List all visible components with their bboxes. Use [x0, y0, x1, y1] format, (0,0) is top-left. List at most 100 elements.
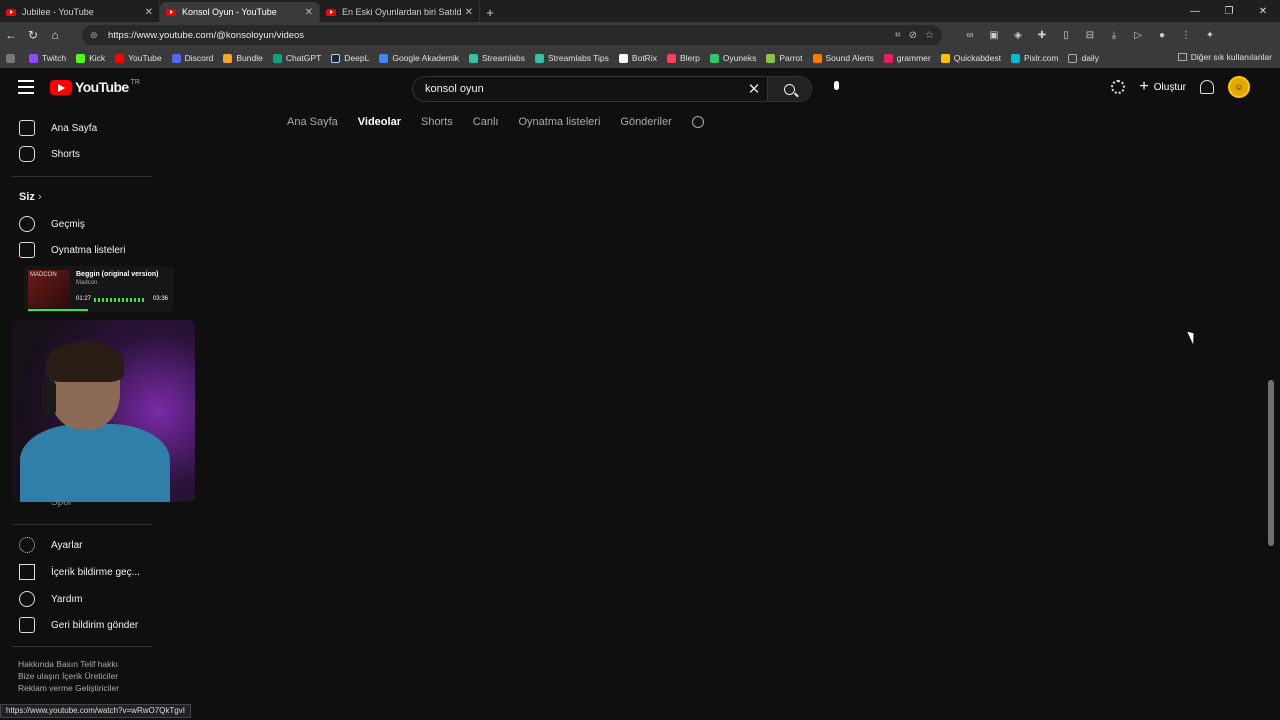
- video-title[interactable]: Ps3 verip PS4 Almak İstiyorum: [971, 386, 1111, 412]
- video-card[interactable]: 22:55 PS4 Aldık 50 TL İndirim yapmadı 😊 28…: [800, 450, 961, 588]
- browser-tab-konsol-oyun[interactable]: Konsol Oyun - YouTube ✕: [160, 2, 320, 22]
- bookmark-daily[interactable]: daily: [1068, 53, 1099, 63]
- bookmarks-menu-icon[interactable]: [6, 53, 19, 63]
- menu-dots-icon[interactable]: ⋮: [1176, 25, 1196, 45]
- search-input[interactable]: konsol oyun: [413, 83, 741, 95]
- maximize-icon[interactable]: ❐: [1212, 0, 1246, 22]
- bookmark-deepl[interactable]: DeepL: [331, 53, 369, 63]
- video-card[interactable]: PC Oyunları Koleksiyonluk 37:57 Koleksiyon…: [292, 450, 453, 588]
- more-actions-icon[interactable]: ⋮: [441, 224, 451, 235]
- close-window-icon[interactable]: ✕: [1246, 0, 1280, 22]
- video-card[interactable]: PS5 Geldi 10 Dakikada Satıldı 26:15 23 Bin…: [292, 288, 453, 426]
- more-actions-icon[interactable]: ⋮: [612, 224, 622, 235]
- video-title[interactable]: En Pahalı Oyun PES 2021 geldi hızlı paza…: [971, 224, 1111, 250]
- video-card[interactable]: Müşteri: PS5 Verip PS4 PRO Alıcam 26:00: [800, 612, 961, 702]
- clear-search-icon[interactable]: ✕: [741, 80, 767, 98]
- bookmark-streamlabs-tips[interactable]: Streamlabs Tips: [534, 53, 609, 63]
- puzzle-icon[interactable]: ✚: [1032, 25, 1052, 45]
- bookmark-pixlr[interactable]: Pixlr.com: [1010, 53, 1058, 63]
- footer-links-row[interactable]: Reklam verme Geliştiriciler: [18, 682, 119, 694]
- browser-tab-jubilee[interactable]: Jubilee - YouTube ✕: [0, 2, 160, 22]
- sidebar-item-home[interactable]: Ana Sayfa: [0, 115, 160, 141]
- split-icon[interactable]: ⊟: [1080, 25, 1100, 45]
- download-icon[interactable]: ⤓: [1104, 25, 1124, 45]
- bookmark-oyuneks[interactable]: Oyuneks: [709, 53, 756, 63]
- menu-hamburger-icon[interactable]: [18, 80, 34, 94]
- sidebar-item-report-history[interactable]: İçerik bildirme geç...: [0, 559, 160, 585]
- reload-icon[interactable]: ↻: [22, 24, 44, 46]
- bookmark-parrot[interactable]: Parrot: [766, 53, 803, 63]
- video-card[interactable]: Bilkom'dan TCL Klima Geldi 28:23 10 Bin li…: [634, 288, 795, 426]
- youtube-logo[interactable]: YouTube TR: [50, 79, 140, 95]
- tab-live[interactable]: Canlı: [473, 116, 499, 128]
- tab-shorts[interactable]: Shorts: [421, 116, 453, 128]
- video-thumbnail[interactable]: 11 Bin liraya 2 Tane 45:03: [463, 450, 624, 540]
- video-thumbnail[interactable]: Bilkom'dan TCL Klima Geldi 28:23: [634, 288, 795, 378]
- bookmark-discord[interactable]: Discord: [171, 53, 213, 63]
- sidebar-item-help[interactable]: Yardım: [0, 586, 160, 612]
- extension-icon[interactable]: ∞: [960, 25, 980, 45]
- home-icon[interactable]: ⌂: [44, 24, 66, 46]
- video-thumbnail[interactable]: PES 2021 mi? Piyasası 4000 19:20: [971, 126, 1132, 216]
- video-thumbnail[interactable]: 23:53: [971, 288, 1132, 378]
- tab-videos[interactable]: Videolar: [358, 116, 401, 128]
- more-actions-icon[interactable]: ⋮: [783, 548, 793, 559]
- extension-icon[interactable]: ▣: [984, 25, 1004, 45]
- video-thumbnail[interactable]: En Pahalı PS4 Oyun 27:12: [634, 450, 795, 540]
- sidebar-item-shorts[interactable]: Shorts: [0, 141, 160, 167]
- voice-search-mic-icon[interactable]: [828, 81, 844, 97]
- video-title[interactable]: Aynı Anda 2 PS4 Geldi Oyunlarıyla: [463, 548, 603, 574]
- video-card[interactable]: 23:53 Ps3 verip PS4 Almak İstiyorum 18 B g…: [971, 288, 1132, 426]
- tab-posts[interactable]: Gönderiler: [620, 116, 671, 128]
- tracking-icon[interactable]: ⊘: [909, 30, 917, 41]
- sidebar-item-playlists[interactable]: Oynatma listeleri: [0, 237, 160, 263]
- video-card[interactable]: Koleksiyonluk Oyunu Sattık 25:25 Koleksiyo…: [800, 126, 961, 264]
- bookmark-twitch[interactable]: Twitch: [29, 53, 66, 63]
- video-card[interactable]: Kavga Çıkmasın Diye Kapatıp Çıktık 32:33 Ç…: [800, 288, 961, 426]
- video-thumbnail[interactable]: PS4 Yerine PS3 Al 33:10: [966, 612, 1127, 702]
- video-thumbnail[interactable]: Çok Zor Teklif 22:12: [463, 126, 624, 216]
- video-card[interactable]: 22:29 10 Tane PS4 Oyun için Pazarlık 34 B …: [463, 288, 624, 426]
- more-actions-icon[interactable]: ⋮: [612, 386, 622, 397]
- video-title[interactable]: 10 Tane PS4 Oyun için Pazarlık: [463, 386, 603, 412]
- bookmark-chatgpt[interactable]: ChatGPT: [272, 53, 321, 63]
- video-thumbnail[interactable]: PC Oyunları Koleksiyonluk 37:57: [292, 450, 453, 540]
- video-card[interactable]: Tarihin en Hızlı PS4 Teklifi 13:32: [458, 612, 619, 702]
- video-thumbnail[interactable]: Koleksiyonluk Oyunu Sattık 25:25: [800, 126, 961, 216]
- copilot-icon[interactable]: ✦: [1200, 25, 1220, 45]
- more-actions-icon[interactable]: ⋮: [441, 386, 451, 397]
- sidebar-item-settings[interactable]: Ayarlar: [0, 532, 160, 558]
- close-tab-icon[interactable]: ✕: [145, 7, 153, 18]
- close-tab-icon[interactable]: ✕: [465, 7, 473, 18]
- video-title[interactable]: Koleksiyonluk PC Oyunları Geldi Kaçmaz: [292, 548, 432, 574]
- more-actions-icon[interactable]: ⋮: [949, 386, 959, 397]
- create-button[interactable]: + Oluştur: [1139, 78, 1186, 96]
- minimize-icon[interactable]: —: [1178, 0, 1212, 22]
- tab-playlists[interactable]: Oynatma listeleri: [518, 116, 600, 128]
- media-icon[interactable]: ▷: [1128, 25, 1148, 45]
- video-thumbnail[interactable]: 6500 TL ok ama 7000 olsun 23:40: [292, 126, 453, 216]
- more-actions-icon[interactable]: ⋮: [949, 224, 959, 235]
- more-actions-icon[interactable]: ⋮: [783, 224, 793, 235]
- footer-links-row[interactable]: Hakkında Basın Telif hakkı: [18, 658, 119, 670]
- search-button[interactable]: [767, 77, 811, 101]
- video-thumbnail[interactable]: Peş peşe 9 Müşteri 27:47: [287, 612, 448, 702]
- bookmark-botrix[interactable]: BotRix: [618, 53, 657, 63]
- video-thumbnail[interactable]: 22:55: [800, 450, 961, 540]
- more-actions-icon[interactable]: ⋮: [1120, 224, 1130, 235]
- video-title[interactable]: 10 Bin liralık Oyun Sattık ve Bilkom'dan…: [634, 386, 774, 412]
- video-card[interactable]: PES 2021 mi? Piyasası 4000 19:20 En Pahalı…: [971, 126, 1132, 264]
- video-card[interactable]: Çok Zor Teklif 22:12 Koleksiyona Oyunlar G…: [463, 126, 624, 264]
- video-title[interactable]: Pazarlıkla PS5 Oyunları ve PS4 Slim: [292, 224, 432, 250]
- video-thumbnail[interactable]: Müşteri: PS5 Verip PS4 PRO Alıcam 26:00: [800, 612, 961, 702]
- video-thumbnail[interactable]: Pazarlık: Toplam 25 Oyun 25:47: [634, 126, 795, 216]
- new-tab-button[interactable]: +: [480, 2, 500, 22]
- close-tab-icon[interactable]: ✕: [305, 7, 313, 18]
- more-actions-icon[interactable]: ⋮: [1120, 548, 1130, 559]
- more-actions-icon[interactable]: ⋮: [441, 548, 451, 559]
- video-title[interactable]: Koleksiyona Oyunlar Geldi: [463, 224, 603, 250]
- video-card[interactable]: En Pahalı PS4 Oyun 27:12 Hala En Pahalı PS…: [634, 450, 795, 588]
- bookmark-quickabdest[interactable]: Quickabdest: [940, 53, 1001, 63]
- more-actions-icon[interactable]: ⋮: [949, 548, 959, 559]
- page-scrollbar[interactable]: [1268, 380, 1274, 546]
